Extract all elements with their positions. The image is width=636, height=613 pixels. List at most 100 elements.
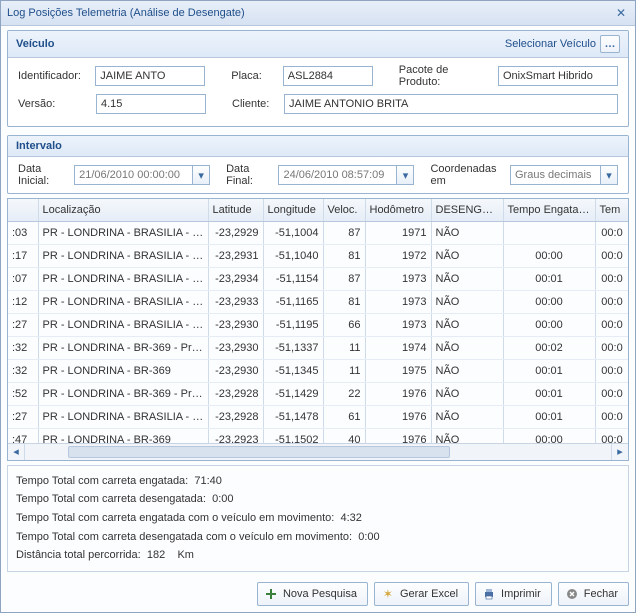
cell: -23,2928 [208,383,263,406]
imprimir-label: Imprimir [501,588,541,600]
cell: 00:0 [595,429,628,443]
table-row[interactable]: :07PR - LONDRINA - BRASILIA - Pr...-23,2… [8,268,628,291]
cell: -51,1337 [263,337,323,360]
window-close-button[interactable]: ✕ [613,5,629,21]
chevron-down-icon[interactable]: ▾ [192,165,210,185]
cell: NÃO [431,314,503,337]
cell: 00:00 [503,245,595,268]
cell: 87 [323,222,365,245]
cell: :27 [8,406,38,429]
cell: NÃO [431,245,503,268]
summary-line-3-label: Tempo Total com carreta engatada com o v… [16,512,334,524]
cell: PR - LONDRINA - BRASILIA - Pr... [38,268,208,291]
data-inicial-combo[interactable]: ▾ [74,165,210,185]
table-row[interactable]: :32PR - LONDRINA - BR-369 - Pró...-23,29… [8,337,628,360]
cell: -23,2934 [208,268,263,291]
cell: -23,2928 [208,406,263,429]
column-header[interactable]: Tempo Engatado [503,199,595,222]
table-row[interactable]: :32PR - LONDRINA - BR-369-23,2930-51,134… [8,360,628,383]
table-row[interactable]: :03PR - LONDRINA - BRASILIA - Pr...-23,2… [8,222,628,245]
cell: PR - LONDRINA - BR-369 - Pró... [38,337,208,360]
cell: -51,1154 [263,268,323,291]
cell: NÃO [431,337,503,360]
cell: 00:0 [595,360,628,383]
interval-panel-title: Intervalo [16,140,62,152]
data-final-combo[interactable]: ▾ [278,165,414,185]
summary-line-2: Tempo Total com carreta desengatada: 0:0… [16,490,620,509]
column-header[interactable]: Tem [595,199,628,222]
grid-table: LocalizaçãoLatitudeLongitudeVeloc.Hodôme… [8,199,628,443]
column-header[interactable]: Veloc. [323,199,365,222]
placa-field[interactable] [283,66,373,86]
column-header[interactable] [8,199,38,222]
cell: -23,2931 [208,245,263,268]
versao-label: Versão: [18,98,90,110]
identificador-field[interactable] [95,66,205,86]
cell: NÃO [431,222,503,245]
cell: :47 [8,429,38,443]
column-header[interactable]: Hodômetro [365,199,431,222]
scroll-right-icon[interactable]: ▸ [611,444,628,460]
cell: 1976 [365,383,431,406]
pacote-field[interactable] [498,66,618,86]
footer-buttons: Nova Pesquisa ✶ Gerar Excel Imprimir Fec… [7,578,629,606]
column-header[interactable]: Latitude [208,199,263,222]
summary-line-1-value: 71:40 [194,475,222,487]
nova-pesquisa-button[interactable]: Nova Pesquisa [257,582,368,606]
table-row[interactable]: :47PR - LONDRINA - BR-369-23,2923-51,150… [8,429,628,443]
table-row[interactable]: :27PR - LONDRINA - BRASILIA - Pr...-23,2… [8,406,628,429]
grid-body[interactable]: LocalizaçãoLatitudeLongitudeVeloc.Hodôme… [8,199,628,443]
scrollbar-thumb[interactable] [68,446,450,458]
coord-combo[interactable]: ▾ [510,165,618,185]
cell: 00:0 [595,337,628,360]
table-row[interactable]: :12PR - LONDRINA - BRASILIA - Pr...-23,2… [8,291,628,314]
summary-line-4: Tempo Total com carreta desengatada com … [16,528,620,547]
coord-label: Coordenadas em [430,163,504,187]
cell: 00:02 [503,337,595,360]
cell: 1971 [365,222,431,245]
fechar-button[interactable]: Fechar [558,582,629,606]
chevron-down-icon[interactable]: ▾ [396,165,414,185]
cell: 00:0 [595,314,628,337]
cell: 11 [323,360,365,383]
cell: PR - LONDRINA - BRASILIA - Pr... [38,314,208,337]
cell: -23,2930 [208,360,263,383]
chevron-down-icon[interactable]: ▾ [600,165,618,185]
table-row[interactable]: :52PR - LONDRINA - BR-369 - Pró...-23,29… [8,383,628,406]
table-row[interactable]: :27PR - LONDRINA - BRASILIA - Pr...-23,2… [8,314,628,337]
column-header[interactable]: Longitude [263,199,323,222]
gerar-excel-button[interactable]: ✶ Gerar Excel [374,582,469,606]
summary-line-5-unit: Km [177,549,194,561]
gerar-excel-label: Gerar Excel [400,588,458,600]
versao-field[interactable] [96,94,206,114]
horizontal-scrollbar[interactable]: ◂ ▸ [8,443,628,460]
column-header[interactable]: Localização [38,199,208,222]
cell: 81 [323,245,365,268]
cell: 87 [323,268,365,291]
cell: NÃO [431,406,503,429]
coord-field[interactable] [510,165,600,185]
scroll-left-icon[interactable]: ◂ [8,444,25,460]
cell: 66 [323,314,365,337]
vehicle-panel-title: Veículo [16,38,55,50]
cell: -23,2923 [208,429,263,443]
data-inicial-field[interactable] [74,165,192,185]
titlebar: Log Posições Telemetria (Análise de Dese… [1,1,635,26]
cell: -23,2933 [208,291,263,314]
table-row[interactable]: :17PR - LONDRINA - BRASILIA - Pr...-23,2… [8,245,628,268]
printer-icon [482,587,496,601]
cell: PR - LONDRINA - BR-369 [38,360,208,383]
cell: 1973 [365,314,431,337]
select-vehicle-button[interactable]: … [600,35,620,53]
cell: 1975 [365,360,431,383]
column-header[interactable]: DESENGATE [431,199,503,222]
data-final-field[interactable] [278,165,396,185]
grid: LocalizaçãoLatitudeLongitudeVeloc.Hodôme… [7,198,629,461]
imprimir-button[interactable]: Imprimir [475,582,552,606]
cell: 1976 [365,429,431,443]
summary-line-2-label: Tempo Total com carreta desengatada: [16,493,206,505]
select-vehicle-link[interactable]: Selecionar Veículo [505,38,596,50]
cell: 1973 [365,291,431,314]
cliente-field[interactable] [284,94,618,114]
cell [503,222,595,245]
